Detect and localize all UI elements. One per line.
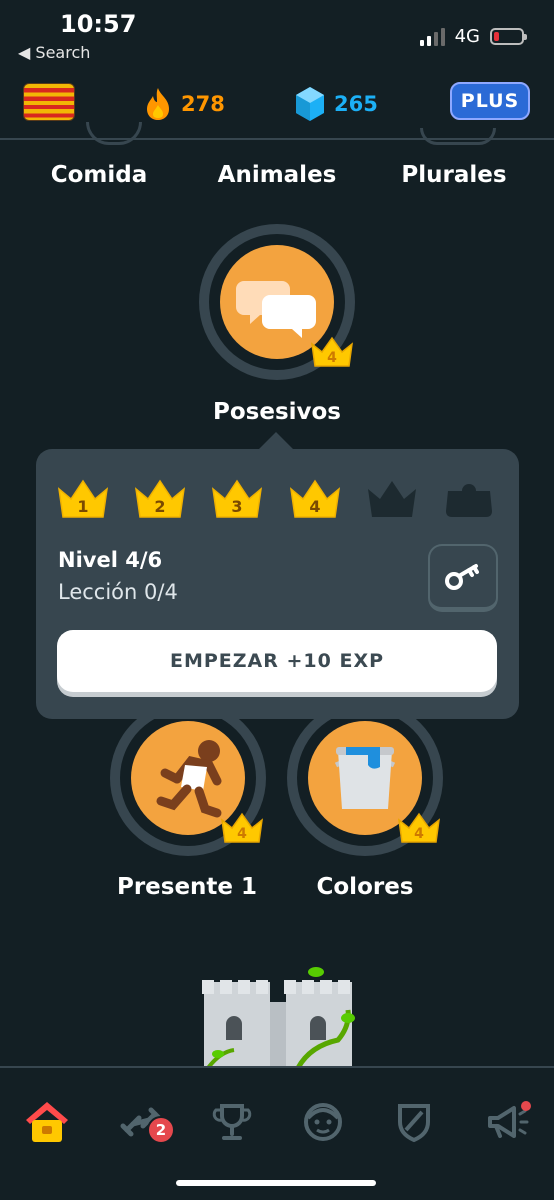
crown-1-icon: 1 bbox=[57, 479, 109, 518]
gem-icon bbox=[296, 87, 324, 121]
home-indicator bbox=[176, 1180, 376, 1186]
crown-4-icon: 4 bbox=[289, 479, 340, 518]
crown-4-number: 4 bbox=[309, 497, 320, 516]
nav-characters[interactable] bbox=[295, 1094, 351, 1150]
back-label: Search bbox=[35, 43, 91, 62]
status-time: 10:57 bbox=[60, 10, 137, 38]
battery-icon bbox=[490, 28, 527, 45]
megaphone-icon bbox=[488, 1101, 531, 1138]
key-icon bbox=[445, 563, 479, 590]
gems-counter[interactable]: 265 bbox=[294, 86, 378, 122]
nav-home[interactable] bbox=[19, 1094, 75, 1150]
back-to-search[interactable]: ◀ Search bbox=[18, 43, 90, 62]
crown-locked-icon bbox=[367, 481, 416, 517]
skill-label-comida[interactable]: Comida bbox=[51, 162, 148, 188]
status-indicators: 4G bbox=[419, 26, 527, 47]
crown-1-number: 1 bbox=[77, 497, 88, 516]
practice-badge: 2 bbox=[147, 1116, 175, 1144]
crown-level-text: 4 bbox=[327, 350, 337, 366]
crown-level-badge: 4 bbox=[398, 812, 440, 843]
skill-label-plurales[interactable]: Plurales bbox=[401, 162, 506, 188]
skill-node-plurales-partial[interactable] bbox=[420, 128, 496, 145]
nav-leaderboard[interactable] bbox=[204, 1094, 260, 1150]
home-icon bbox=[26, 1102, 68, 1142]
skill-label-presente-1[interactable]: Presente 1 bbox=[117, 874, 257, 900]
signal-icon bbox=[419, 27, 445, 46]
castle-checkpoint-icon[interactable] bbox=[198, 966, 358, 1068]
trophy-icon bbox=[212, 1104, 252, 1140]
crown-progress-row: 1 2 3 4 bbox=[56, 477, 496, 521]
test-out-key-button[interactable] bbox=[428, 544, 498, 612]
crown-3-icon: 3 bbox=[212, 479, 263, 518]
level-text: Nivel 4/6 bbox=[58, 548, 163, 572]
network-label: 4G bbox=[454, 26, 480, 47]
start-lesson-button[interactable]: EMPEZAR +10 EXP bbox=[57, 630, 497, 692]
crown-level-badge: 4 bbox=[221, 812, 263, 843]
back-triangle-icon: ◀ bbox=[18, 43, 31, 62]
nav-shield[interactable] bbox=[386, 1094, 442, 1150]
characters-icon bbox=[304, 1103, 342, 1141]
course-flag-button[interactable] bbox=[23, 83, 75, 121]
streak-count: 278 bbox=[181, 92, 225, 116]
nav-practice[interactable]: 2 bbox=[113, 1094, 175, 1150]
streak-counter[interactable]: 278 bbox=[143, 86, 225, 122]
crown-2-icon: 2 bbox=[135, 479, 186, 518]
skill-node-comida-partial[interactable] bbox=[86, 122, 142, 145]
plus-button[interactable]: PLUS bbox=[450, 82, 530, 120]
legendary-crown-locked-icon bbox=[445, 484, 492, 517]
crown-2-number: 2 bbox=[155, 497, 166, 516]
skill-label-colores[interactable]: Colores bbox=[317, 874, 414, 900]
fire-icon bbox=[147, 88, 169, 120]
crown-level-text: 4 bbox=[414, 826, 424, 842]
nav-news[interactable] bbox=[480, 1094, 536, 1150]
skill-label-animales[interactable]: Animales bbox=[218, 162, 337, 188]
gems-count: 265 bbox=[334, 92, 378, 116]
crown-3-number: 3 bbox=[232, 497, 243, 516]
crown-level-text: 4 bbox=[237, 826, 247, 842]
lesson-text: Lección 0/4 bbox=[58, 580, 178, 604]
crown-level-badge: 4 bbox=[311, 336, 353, 367]
shield-icon bbox=[398, 1104, 430, 1143]
skill-label-posesivos[interactable]: Posesivos bbox=[213, 399, 341, 425]
